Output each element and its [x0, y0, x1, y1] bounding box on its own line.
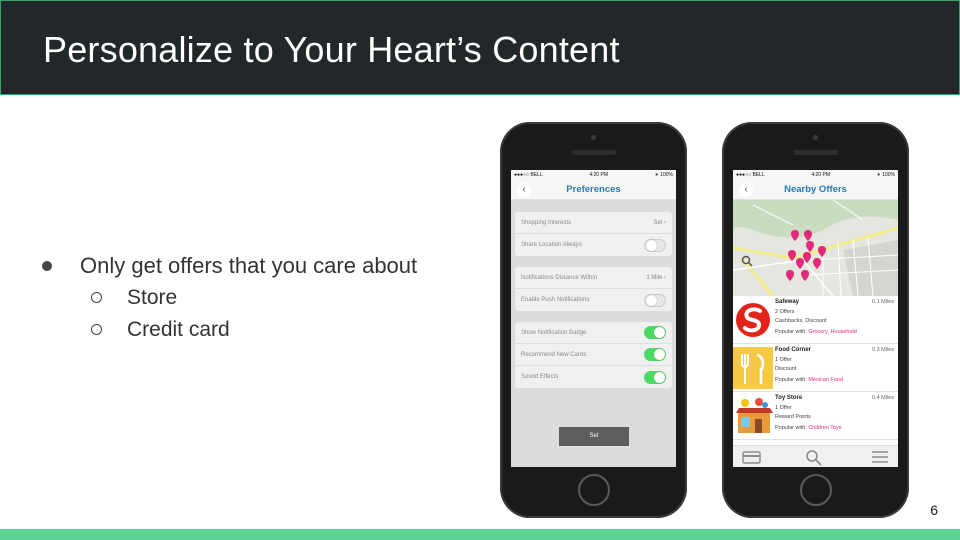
bullet-list: Only get offers that you care about Stor…: [40, 252, 417, 348]
offer-item-food-corner[interactable]: Food Corner 0.3 Miles 1 Offer Discount P…: [733, 344, 898, 392]
preferences-screen: ●●●○○ BELL 4:20 PM ∗ 100% ‹ Preferences …: [511, 170, 676, 467]
sub-bullet-item: Credit card: [40, 316, 417, 348]
setting-row-notification-badge: Show Notification Badge: [515, 322, 672, 344]
safeway-logo-icon: [733, 299, 773, 341]
status-bar: ●●●○○ BELL 4:20 PM ∗ 100%: [511, 170, 676, 180]
offer-distance: 0.4 Miles: [871, 395, 894, 401]
tab-bar: [733, 445, 898, 467]
settings-group: Shopping Interests Set › Share Location …: [515, 212, 672, 256]
time-label: 4:20 PM: [589, 172, 608, 178]
screen-title: Preferences: [566, 184, 621, 195]
fork-knife-icon: [733, 347, 773, 389]
push-notifications-toggle[interactable]: [644, 293, 666, 307]
map-view[interactable]: [733, 200, 898, 296]
setting-row-recommend-cards: Recommend New Cards: [515, 344, 672, 366]
bullet-item: Only get offers that you care about: [40, 252, 417, 284]
offer-types: Cashbacks, Discount: [775, 318, 827, 324]
chevron-right-icon: ›: [664, 274, 666, 281]
camera-icon: [591, 135, 596, 140]
offer-name: Toy Store: [775, 395, 803, 401]
bullet-text: Only get offers that you care about: [80, 253, 418, 278]
map-graphic: [733, 200, 898, 296]
nav-bar: ‹ Nearby Offers: [733, 180, 898, 200]
sub-bullet-circle-icon: [91, 324, 102, 335]
home-button: [578, 474, 610, 506]
offer-count: 2 Offers: [775, 309, 795, 315]
notification-badge-toggle[interactable]: [644, 326, 666, 339]
offer-name: Food Corner: [775, 347, 811, 353]
footer-bar: [0, 529, 960, 540]
sub-bullet-circle-icon: [91, 292, 102, 303]
slide-title: Personalize to Your Heart’s Content: [43, 29, 620, 70]
setting-row-notification-distance[interactable]: Notifications Distance Within 1 Mile ›: [515, 267, 672, 289]
toy-store-icon: [733, 395, 773, 437]
offer-count: 1 Offer: [775, 357, 792, 363]
home-button: [800, 474, 832, 506]
offer-distance: 0.1 Miles: [871, 299, 894, 305]
offer-distance: 0.3 Miles: [871, 347, 894, 353]
camera-icon: [813, 135, 818, 140]
settings-group: Show Notification Badge Recommend New Ca…: [515, 322, 672, 388]
setting-row-share-location: Share Location Always: [515, 234, 672, 256]
offer-popular: Popular with: Grocery, Household: [775, 329, 857, 335]
menu-icon[interactable]: [872, 451, 888, 463]
battery-label: ∗ 100%: [654, 172, 673, 178]
nearby-offers-screen: ●●●○○ BELL 4:20 PM ∗ 100% ‹ Nearby Offer…: [733, 170, 898, 467]
setting-row-sound-effects: Sound Effects: [515, 366, 672, 388]
offer-types: Reward Points: [775, 414, 811, 420]
speaker-icon: [794, 150, 838, 155]
page-number: 6: [930, 502, 938, 518]
sub-bullet-text: Credit card: [127, 318, 230, 341]
chevron-right-icon: ›: [664, 219, 666, 226]
phone-mockup-preferences: ●●●○○ BELL 4:20 PM ∗ 100% ‹ Preferences …: [500, 122, 687, 518]
credit-card-icon[interactable]: [742, 451, 761, 464]
setting-row-shopping-interests[interactable]: Shopping Interests Set ›: [515, 212, 672, 234]
sub-bullet-item: Store: [40, 284, 417, 316]
carrier-label: ●●●○○ BELL: [736, 172, 765, 178]
screen-title: Nearby Offers: [784, 184, 847, 195]
offer-popular: Popular with: Mexican Food: [775, 377, 843, 383]
speaker-icon: [572, 150, 616, 155]
carrier-label: ●●●○○ BELL: [514, 172, 543, 178]
battery-label: ∗ 100%: [876, 172, 895, 178]
bullet-dot-icon: [42, 261, 52, 271]
settings-group: Notifications Distance Within 1 Mile › E…: [515, 267, 672, 311]
time-label: 4:20 PM: [811, 172, 830, 178]
offer-item-safeway[interactable]: Safeway 0.1 Miles 2 Offers Cashbacks, Di…: [733, 296, 898, 344]
share-location-toggle[interactable]: [644, 238, 666, 252]
recommend-cards-toggle[interactable]: [644, 348, 666, 361]
nav-bar: ‹ Preferences: [511, 180, 676, 200]
set-button[interactable]: Set: [559, 427, 629, 446]
offer-name: Safeway: [775, 299, 800, 305]
phone-mockup-nearby-offers: ●●●○○ BELL 4:20 PM ∗ 100% ‹ Nearby Offer…: [722, 122, 909, 518]
sound-effects-toggle[interactable]: [644, 370, 666, 384]
offer-popular: Popular with: Children Toys: [775, 425, 842, 431]
offer-count: 1 Offer: [775, 405, 792, 411]
title-bar: Personalize to Your Heart’s Content: [0, 0, 960, 95]
search-icon[interactable]: [806, 450, 822, 466]
offer-item-toy-store[interactable]: Toy Store 0.4 Miles 1 Offer Reward Point…: [733, 392, 898, 440]
status-bar: ●●●○○ BELL 4:20 PM ∗ 100%: [733, 170, 898, 180]
sub-bullet-text: Store: [127, 286, 178, 309]
offer-types: Discount: [775, 366, 797, 372]
setting-row-push-notifications: Enable Push Notifications: [515, 289, 672, 311]
